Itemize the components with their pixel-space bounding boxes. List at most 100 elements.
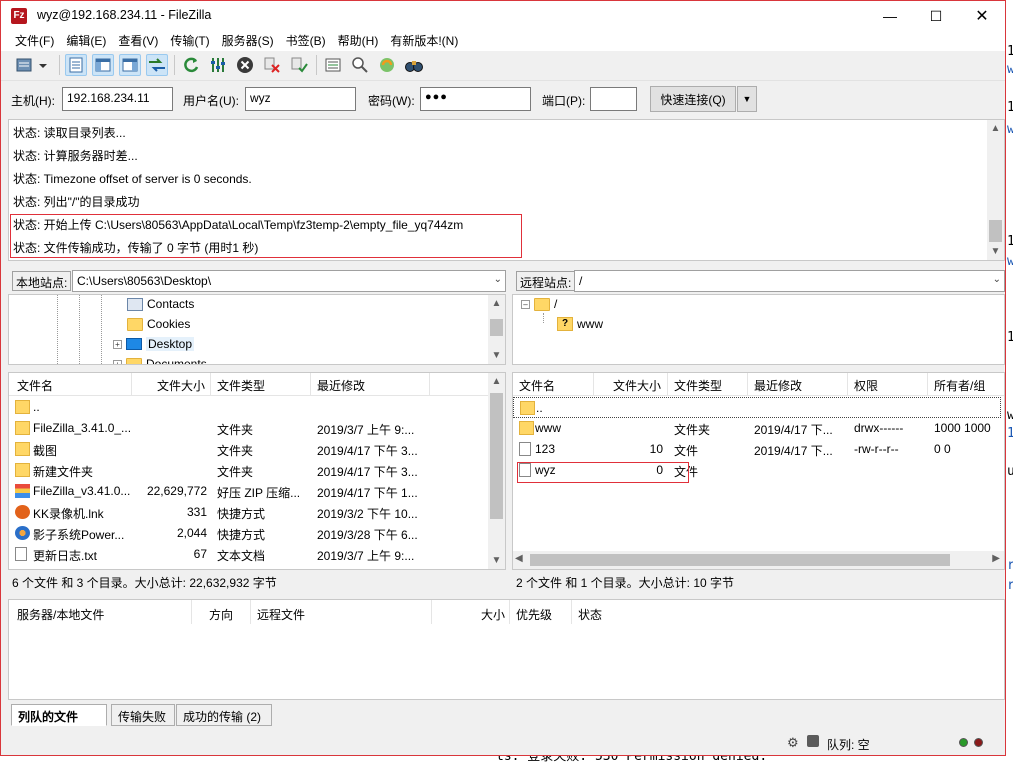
column-owner[interactable]: 所有者/组 <box>934 377 985 394</box>
column-filesize[interactable]: 文件大小 <box>613 377 661 394</box>
cancel-operation-icon[interactable] <box>234 54 256 76</box>
toggle-filename-filter-icon[interactable] <box>349 54 371 76</box>
table-row[interactable]: 123 10 文件 2019/4/17 下... -rw-r--r-- 0 0 <box>513 439 1004 460</box>
queue-status-icon <box>807 735 819 747</box>
table-row[interactable]: 更新日志.txt 67 文本文档 2019/3/7 上午 9:... <box>9 544 505 565</box>
table-row[interactable]: 新建文件夹 文件夹 2019/4/17 下午 3... <box>9 460 505 481</box>
tree-item-cookies[interactable]: Cookies <box>127 317 190 331</box>
toggle-log-icon[interactable] <box>65 54 87 76</box>
close-button[interactable]: ✕ <box>959 1 1005 31</box>
column-filetype[interactable]: 文件类型 <box>674 377 722 394</box>
collapse-icon[interactable]: – <box>521 299 530 309</box>
table-row[interactable]: FileZilla_v3.41.0... 22,629,772 好压 ZIP 压缩.… <box>9 481 505 502</box>
remote-path-combo[interactable]: / ⌄ <box>574 270 1005 292</box>
queue-col-direction[interactable]: 方向 <box>209 606 233 623</box>
table-row[interactable]: KK录像机.lnk 331 快捷方式 2019/3/2 下午 10... <box>9 502 505 523</box>
tree-item-contacts[interactable]: Contacts <box>127 297 194 311</box>
file-owner: 0 0 <box>934 442 951 456</box>
menu-transfer[interactable]: 传输(T) <box>164 31 215 51</box>
disconnect-icon[interactable] <box>261 54 283 76</box>
tree-item-www[interactable]: ? www <box>557 317 603 331</box>
search-remote-files-icon[interactable] <box>403 54 425 76</box>
file-modified: 2019/4/17 下... <box>754 423 833 437</box>
scrollbar-thumb[interactable] <box>989 220 1002 242</box>
sync-browsing-icon[interactable] <box>376 54 398 76</box>
chevron-down-icon: ▼ <box>742 94 752 104</box>
site-manager-icon[interactable] <box>13 54 53 76</box>
table-row[interactable]: .. <box>513 397 1001 418</box>
port-input[interactable] <box>590 87 637 111</box>
scroll-up-icon[interactable]: ▲ <box>987 120 1004 137</box>
column-permissions[interactable]: 权限 <box>854 377 878 394</box>
quickconnect-button[interactable]: 快速连接(Q) <box>650 86 736 112</box>
column-filesize[interactable]: 文件大小 <box>157 377 205 394</box>
table-row[interactable]: 截图 文件夹 2019/4/17 下午 3... <box>9 439 505 460</box>
queue-col-size[interactable]: 大小 <box>481 606 505 623</box>
remote-site-bar: 远程站点: / ⌄ <box>512 269 1005 293</box>
bottom-status-bar: ⚙ 队列: 空 <box>1 729 1005 755</box>
reconnect-icon[interactable] <box>288 54 310 76</box>
table-row[interactable]: FileZilla_3.41.0_... 文件夹 2019/3/7 上午 9:... <box>9 418 505 439</box>
column-filename[interactable]: 文件名 <box>519 377 555 394</box>
toggle-remote-tree-icon[interactable] <box>119 54 141 76</box>
local-tree-scrollbar[interactable]: ▲ ▼ <box>488 295 505 364</box>
menu-server[interactable]: 服务器(S) <box>216 31 280 51</box>
expand-icon[interactable]: + <box>113 339 122 349</box>
queue-col-server-local[interactable]: 服务器/本地文件 <box>17 606 104 623</box>
remote-list-hscrollbar[interactable]: ◀ ▶ <box>513 551 1004 569</box>
table-row[interactable]: .. <box>9 397 505 418</box>
local-path-combo[interactable]: C:\Users\80563\Desktop\ ⌄ <box>72 270 506 292</box>
tree-item-documents[interactable]: + Documents <box>113 357 207 364</box>
filezilla-window: Fz wyz@192.168.234.11 - FileZilla — ☐ ✕ … <box>0 0 1006 756</box>
password-input[interactable]: ●●● <box>420 87 531 111</box>
scroll-down-icon[interactable]: ▼ <box>488 552 505 569</box>
table-row[interactable]: www 文件夹 2019/4/17 下... drwx------ 1000 1000 <box>513 418 1004 439</box>
toggle-local-tree-icon[interactable] <box>92 54 114 76</box>
local-list-scrollbar[interactable]: ▲ ▼ <box>488 373 505 569</box>
remote-status: 2 个文件 和 1 个目录。大小总计: 10 字节 <box>512 571 1005 593</box>
menu-new-version[interactable]: 有新版本!(N) <box>384 31 464 51</box>
column-filetype[interactable]: 文件类型 <box>217 377 265 394</box>
quickconnect-dropdown-button[interactable]: ▼ <box>737 86 757 112</box>
column-modified[interactable]: 最近修改 <box>317 377 365 394</box>
scroll-right-icon[interactable]: ▶ <box>992 553 1000 564</box>
tab-queued-files[interactable]: 列队的文件 <box>11 704 107 726</box>
queue-col-remote-file[interactable]: 远程文件 <box>257 606 305 623</box>
directory-listing-filters-icon[interactable] <box>322 54 344 76</box>
tab-successful-transfers[interactable]: 成功的传输 (2) <box>176 704 272 726</box>
scroll-up-icon[interactable]: ▲ <box>488 295 505 312</box>
menu-view[interactable]: 查看(V) <box>112 31 164 51</box>
queue-col-priority[interactable]: 优先级 <box>516 606 552 623</box>
scroll-left-icon[interactable]: ◀ <box>515 553 523 564</box>
scrollbar-thumb[interactable] <box>490 319 503 336</box>
scrollbar-thumb[interactable] <box>530 554 950 566</box>
expand-icon[interactable]: + <box>113 359 122 364</box>
column-modified[interactable]: 最近修改 <box>754 377 802 394</box>
column-filename[interactable]: 文件名 <box>17 377 53 394</box>
menu-edit[interactable]: 编辑(E) <box>60 31 112 51</box>
minimize-button[interactable]: — <box>867 1 913 31</box>
scroll-down-icon[interactable]: ▼ <box>488 347 505 364</box>
tree-item-root[interactable]: – / <box>521 297 557 311</box>
menu-help[interactable]: 帮助(H) <box>332 31 385 51</box>
host-input[interactable]: 192.168.234.11 <box>62 87 173 111</box>
scroll-down-icon[interactable]: ▼ <box>987 243 1004 260</box>
scroll-up-icon[interactable]: ▲ <box>488 373 505 390</box>
maximize-button[interactable]: ☐ <box>913 1 959 31</box>
tree-item-desktop[interactable]: + Desktop <box>113 337 195 351</box>
menu-file[interactable]: 文件(F) <box>9 31 60 51</box>
scrollbar-thumb[interactable] <box>490 393 503 519</box>
log-scrollbar[interactable]: ▲ ▼ <box>987 120 1004 260</box>
tab-failed-transfers[interactable]: 传输失败 <box>111 704 175 726</box>
host-label: 主机(H): <box>11 94 55 108</box>
username-input[interactable]: wyz <box>245 87 356 111</box>
file-type: 文件夹 <box>217 444 254 458</box>
process-queue-icon[interactable] <box>207 54 229 76</box>
refresh-icon[interactable] <box>180 54 202 76</box>
remote-file-list: 文件名 文件大小 文件类型 最近修改 权限 所有者/组 .. www 文件夹 2019… <box>512 372 1005 570</box>
title-bar: Fz wyz@192.168.234.11 - FileZilla — ☐ ✕ <box>1 1 1005 31</box>
queue-col-status[interactable]: 状态 <box>578 606 602 623</box>
toggle-queue-icon[interactable] <box>146 54 168 76</box>
table-row[interactable]: 影子系统Power... 2,044 快捷方式 2019/3/28 下午 6... <box>9 523 505 544</box>
menu-bookmarks[interactable]: 书签(B) <box>280 31 332 51</box>
